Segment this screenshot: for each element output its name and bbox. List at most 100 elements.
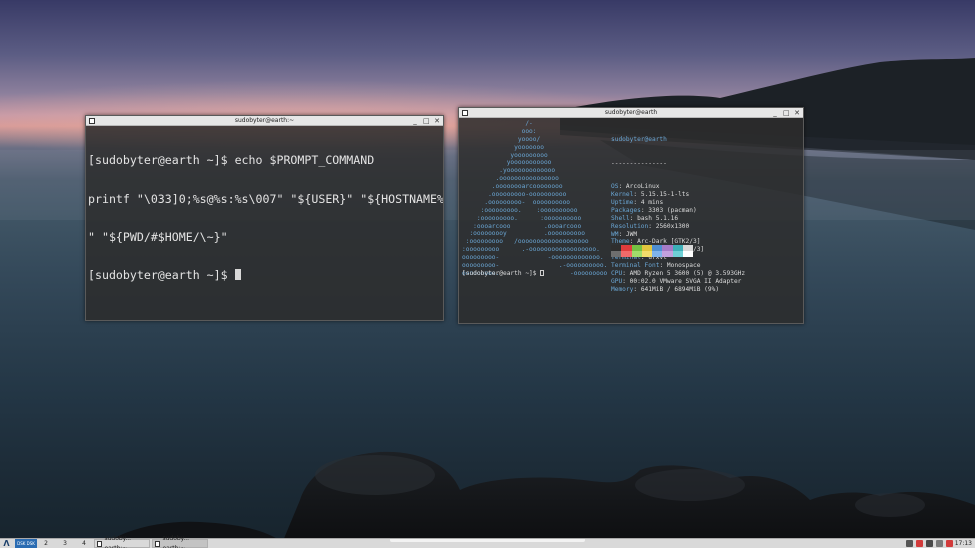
maximize-button[interactable]: □: [783, 108, 790, 118]
palette-swatch: [631, 251, 642, 257]
info-line: Kernel: 5.15.15-1-lts: [611, 191, 690, 199]
terminal-window-1[interactable]: sudobyter@earth:~ _ □ ✕ [sudobyter@earth…: [85, 115, 444, 321]
logo-line: :ooooooooy .oooooooooo: [462, 230, 585, 238]
info-key: Packages: [611, 206, 641, 214]
arcolinux-menu-icon[interactable]: Λ: [0, 539, 13, 548]
info-line: Packages: 3303 (pacman): [611, 206, 697, 214]
logo-line: :ooooooooo .-oooooooooooooooooo.: [462, 246, 600, 254]
tray-icon[interactable]: [906, 540, 913, 547]
terminal-prompt: [sudobyter@earth ~]$: [462, 270, 541, 277]
logo-line: .oooooooooooooooo: [462, 175, 559, 183]
workspace-2[interactable]: 2: [40, 539, 52, 548]
window-title: sudobyter@earth: [604, 109, 658, 116]
info-key: Memory: [611, 285, 634, 293]
info-line: Shell: bash 5.1.16: [611, 214, 679, 222]
terminal-prompt: [sudobyter@earth ~]$: [88, 267, 235, 282]
color-palette: [611, 245, 693, 257]
user-host: sudobyter@earth: [611, 135, 667, 143]
text-cursor: [234, 268, 241, 280]
palette-swatch: [611, 251, 622, 257]
logo-line: .ooooooooo-oooooooooo: [462, 191, 567, 199]
system-tray: [906, 539, 956, 548]
minimize-button[interactable]: _: [412, 116, 418, 126]
logo-line: :ooooooooo. :oooooooooo: [462, 206, 578, 214]
info-line: GPU: 00:02.0 VMware SVGA II Adapter: [611, 277, 742, 285]
info-line: WM: JWM: [611, 230, 638, 238]
terminal-line: [sudobyter@earth ~]$ echo $PROMPT_COMMAN…: [88, 153, 375, 168]
logo-line: yooooooooo: [462, 151, 548, 159]
logo-line: /-: [462, 120, 533, 127]
window-titlebar[interactable]: sudobyter@earth:~ _ □ ✕: [86, 116, 443, 126]
info-value: bash 5.1.16: [637, 214, 679, 222]
info-line: Uptime: 4 mins: [611, 199, 664, 206]
close-button[interactable]: ✕: [434, 116, 440, 126]
system-info: sudobyter@earth --------------- OS: Arco…: [611, 120, 745, 293]
logo-line: :ooooooooo. :oooooooooo: [462, 214, 582, 222]
info-value: JWM: [625, 230, 638, 238]
logo-line: yoooo/: [462, 135, 541, 143]
info-value: 2560x1300: [655, 222, 690, 230]
tray-icon[interactable]: [916, 540, 923, 547]
info-line: Resolution: 2560x1300: [611, 222, 690, 230]
logo-line: ooooooooo- -ooooooooooooo.: [462, 254, 604, 262]
logo-line: :oooarcooo .oooarcooo: [462, 222, 582, 230]
info-value: 00:02.0 VMware SVGA II Adapter: [629, 277, 742, 285]
info-value: Monospace: [666, 262, 701, 270]
separator: ---------------: [611, 159, 667, 167]
terminal-icon: [97, 540, 103, 547]
info-line: OS: ArcoLinux: [611, 183, 660, 191]
taskbar: Λ DSK DSK 2 3 4 sudoby... earth:~ sudoby…: [0, 535, 975, 548]
workspace-4[interactable]: 4: [78, 539, 90, 548]
info-key: GPU: [611, 277, 623, 285]
tray-icon[interactable]: [926, 540, 933, 547]
tray-icon[interactable]: [936, 540, 943, 547]
palette-swatch: [662, 251, 673, 257]
text-cursor: [540, 270, 545, 276]
task-label: sudoby... earth:~: [162, 534, 190, 548]
arcolinux-ascii-logo: /- ooo: yoooo/ yooooooo yooooooooo yoooo…: [462, 120, 607, 278]
logo-line: ooooooooo- .-oooooooooo.: [462, 262, 608, 270]
logo-line: ooo:: [462, 127, 537, 135]
taskbar-task-active[interactable]: sudoby... earth:~: [152, 535, 208, 548]
window-title: sudobyter@earth:~: [234, 117, 295, 124]
logo-line: yooooooooooo: [462, 159, 552, 167]
info-value: AMD Ryzen 5 3600 (5) @ 3.593GHz: [629, 270, 746, 278]
taskbar-task[interactable]: sudoby... earth:~: [94, 535, 150, 548]
palette-swatch: [652, 251, 663, 257]
window-titlebar[interactable]: sudobyter@earth _ □ ✕: [459, 108, 803, 118]
logo-line: :ooooooooo /ooooooooooooooooooo: [462, 238, 589, 246]
taskbar-handle[interactable]: [390, 539, 585, 542]
info-value: 3303 (pacman): [648, 206, 697, 214]
palette-swatch: [621, 251, 632, 257]
workspace-3[interactable]: 3: [59, 539, 71, 548]
info-line: Memory: 641MiB / 6894MiB (9%): [611, 285, 720, 293]
maximize-button[interactable]: □: [423, 116, 430, 126]
clock[interactable]: 17:13: [955, 539, 972, 548]
info-key: Shell: [611, 214, 630, 222]
logo-line: .ooooooooo- oooooooooo: [462, 198, 571, 206]
info-key: Kernel: [611, 191, 634, 199]
terminal-line: printf "\033]0;%s@%s:%s\007" "${USER}" "…: [88, 191, 443, 206]
info-value: 641MiB / 6894MiB (9%): [640, 285, 720, 293]
info-key: Uptime: [611, 199, 634, 206]
minimize-button[interactable]: _: [772, 108, 778, 118]
terminal-output[interactable]: [sudobyter@earth ~]$ echo $PROMPT_COMMAN…: [86, 126, 443, 310]
task-label: sudoby... earth:~: [104, 534, 132, 548]
workspace-1[interactable]: DSK DSK: [15, 539, 37, 548]
info-value: 5.15.15-1-lts: [640, 191, 690, 199]
close-button[interactable]: ✕: [794, 108, 800, 118]
logo-line: yooooooo: [462, 143, 544, 151]
logo-line: .oooooooarcoooooooo: [462, 183, 563, 191]
terminal-window-2[interactable]: sudobyter@earth _ □ ✕ /- ooo: yoooo/ yoo…: [458, 107, 804, 324]
info-line: CPU: AMD Ryzen 5 3600 (5) @ 3.593GHz: [611, 270, 746, 278]
palette-swatch: [682, 251, 693, 257]
palette-swatch: [672, 251, 683, 257]
logo-line: .yooooooooooooo: [462, 167, 556, 175]
terminal-icon: [155, 540, 161, 547]
info-key: Resolution: [611, 222, 649, 230]
info-value: ArcoLinux: [625, 183, 660, 191]
terminal-output[interactable]: /- ooo: yoooo/ yooooooo yooooooooo yoooo…: [459, 118, 803, 323]
info-value: 4 mins: [640, 199, 664, 206]
tray-icon[interactable]: [946, 540, 953, 547]
palette-swatch: [641, 251, 652, 257]
